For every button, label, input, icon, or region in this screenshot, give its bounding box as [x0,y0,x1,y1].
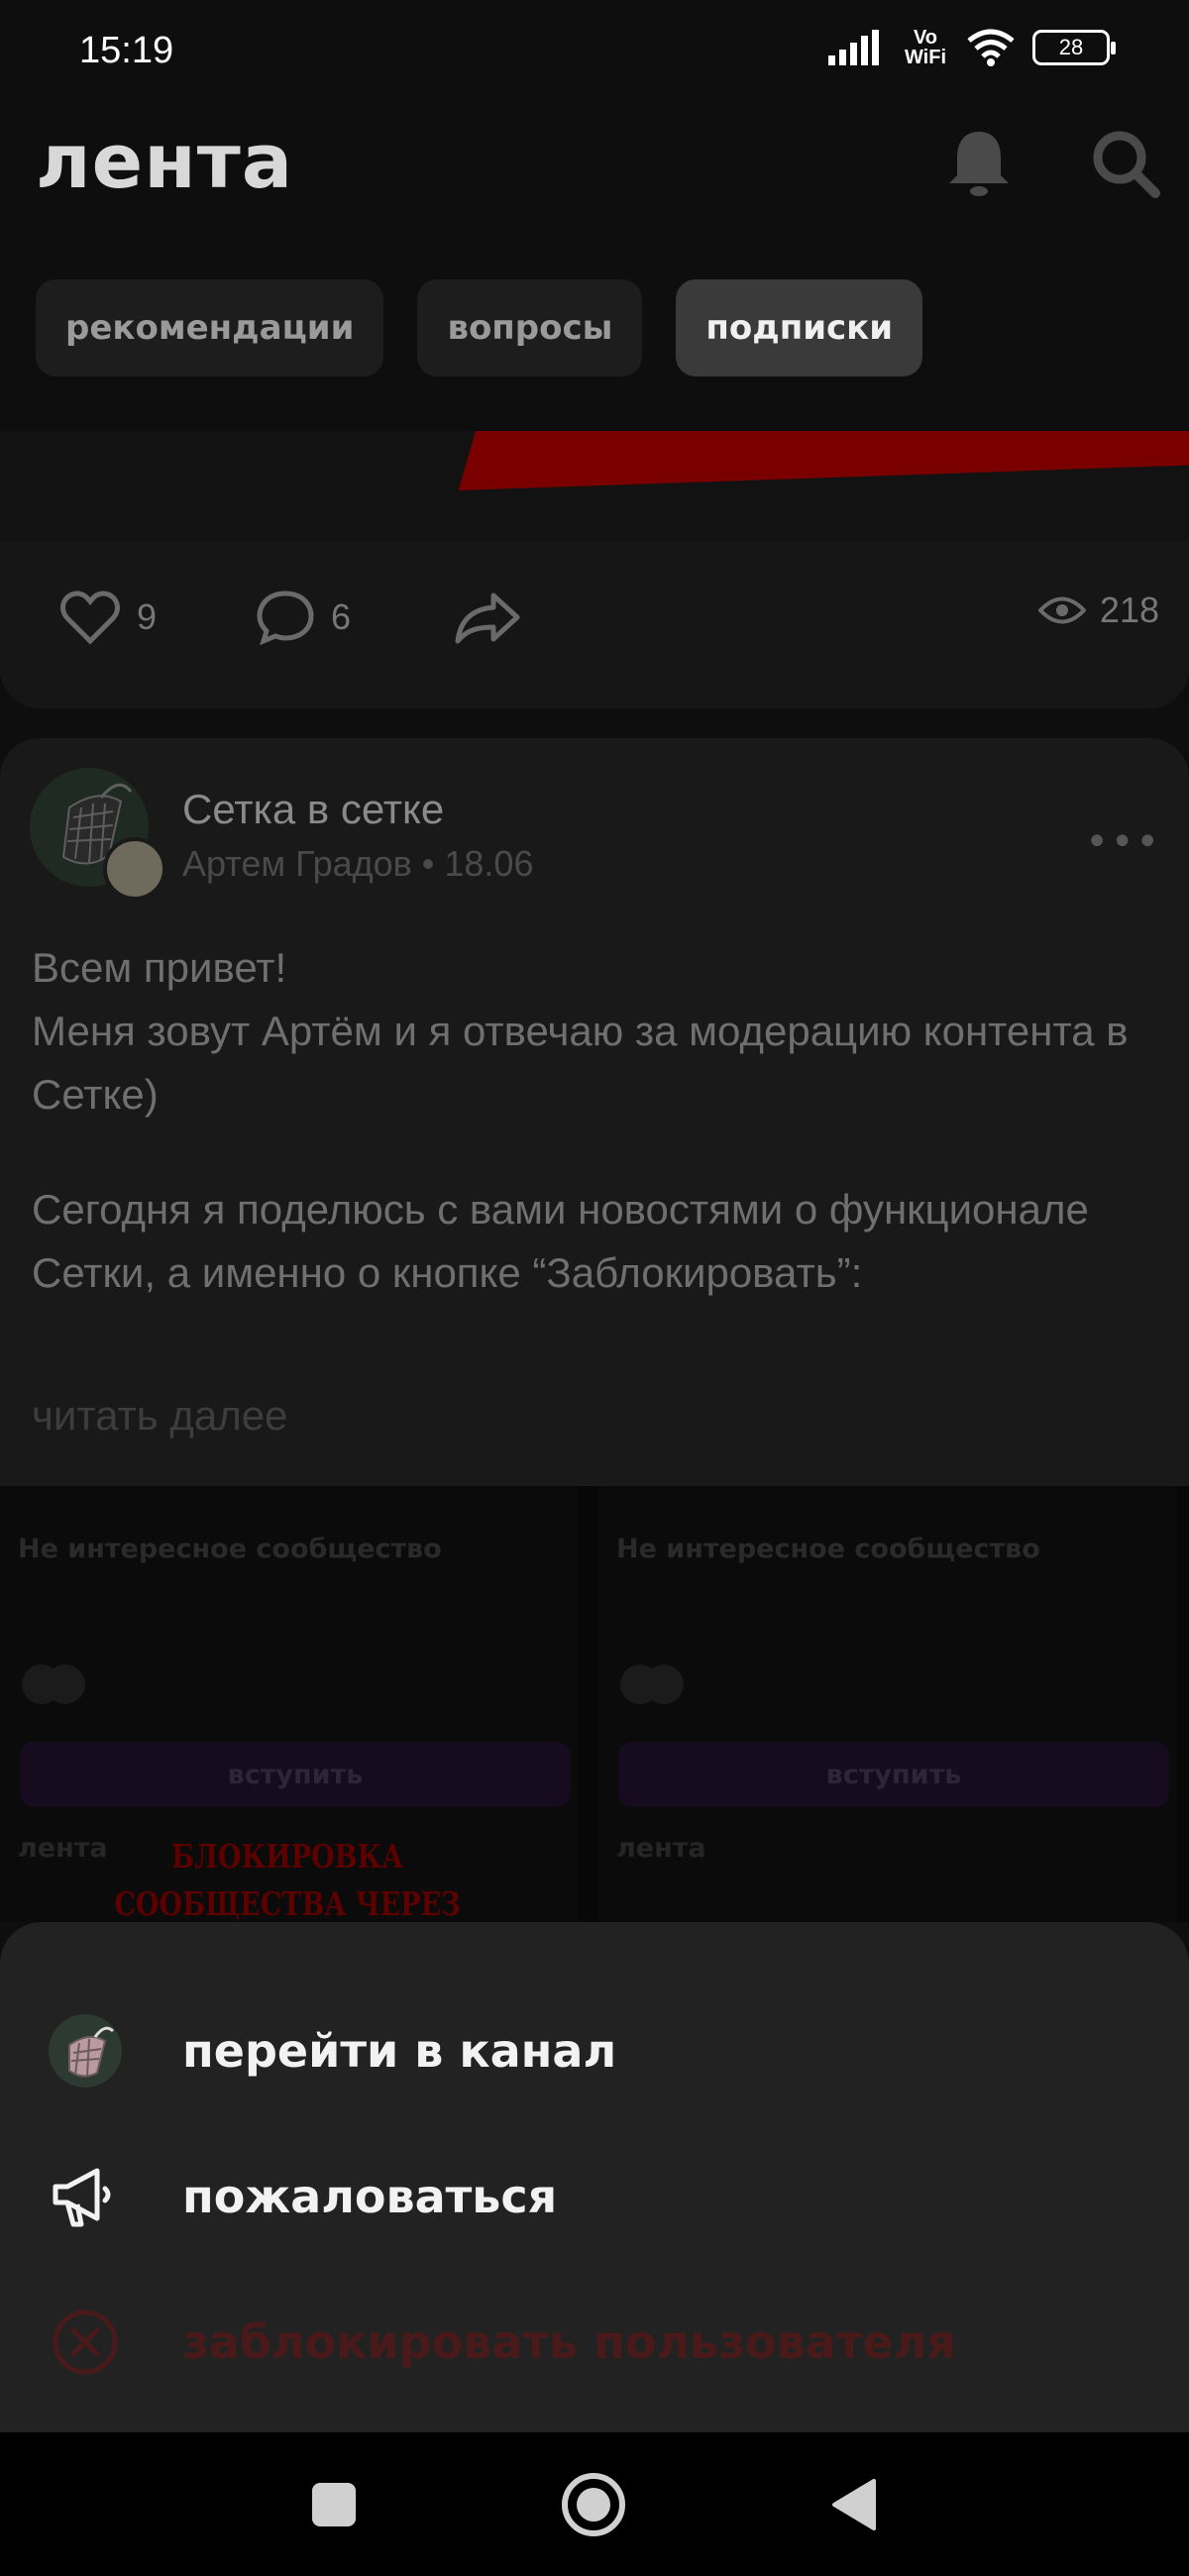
signal-icon [828,30,879,65]
bell-icon[interactable] [939,124,1019,203]
vowifi-indicator: Vo WiFi [904,27,947,68]
sheet-item-report[interactable]: пожаловаться [0,2127,1189,2266]
preview-card-title: Не интересное сообщество [616,1534,1040,1564]
recents-square-icon[interactable] [299,2470,369,2539]
post-card: Сетка в сетке Артем Градов • 18.06 ••• В… [0,738,1189,1486]
home-circle-icon[interactable] [559,2470,628,2539]
eye-icon [1037,596,1086,624]
share-arrow-icon [455,592,520,644]
sheet-item-label: перейти в канал [182,2024,617,2078]
previous-post: 9 6 218 [0,431,1189,708]
back-triangle-icon[interactable] [818,2470,888,2539]
views-count: 218 [1099,590,1159,630]
channel-avatar-icon [48,2013,123,2089]
preview-card-title: Не интересное сообщество [18,1534,442,1564]
page-title: лента [36,117,294,205]
system-navigation-bar [0,2432,1189,2576]
views-counter: 218 [1037,590,1159,631]
channel-name[interactable]: Сетка в сетке [182,786,444,833]
search-icon[interactable] [1086,124,1165,203]
more-options-icon[interactable]: ••• [1085,819,1161,865]
tab-subscriptions[interactable]: подписки [676,279,923,376]
wifi-icon [967,29,1015,66]
preview-card: Не интересное сообщество вступить лента [598,1486,1177,1922]
app-screen: 15:19 Vo WiFi 28 лента рекомендации вопр… [0,0,1189,2576]
preview-feed-label: лента [616,1833,706,1864]
preview-join-button: вступить [20,1742,571,1807]
preview-feed-label: лента [18,1833,108,1864]
comment-count: 6 [331,596,352,637]
like-count: 9 [137,596,158,637]
sheet-item-label: пожаловаться [182,2170,558,2223]
post-paragraph: Всем привет! Меня зовут Артём и я отвеча… [32,944,1129,1118]
sheet-item-label: заблокировать пользователя [182,2315,956,2369]
status-bar: 15:19 Vo WiFi 28 [0,0,1189,109]
battery-indicator: 28 [1032,30,1116,65]
feed-tabs: рекомендации вопросы подписки [36,279,923,376]
author-date: Артем Градов • 18.06 [182,843,534,884]
heart-icon [60,590,120,645]
bottom-sheet: перейти в канал пожаловаться заблокирова… [0,1922,1189,2432]
preview-avatars [22,1664,85,1704]
read-more-link[interactable]: читать далее [32,1392,287,1440]
post-image [0,431,1189,542]
image-red-streak [458,431,1189,490]
megaphone-icon [48,2159,123,2234]
author-avatar[interactable] [103,837,166,901]
comment-button[interactable]: 6 [256,590,351,645]
preview-join-button: вступить [618,1742,1169,1807]
share-button[interactable] [454,590,521,645]
tab-recommendations[interactable]: рекомендации [36,279,384,376]
post-text: Всем привет! Меня зовут Артём и я отвеча… [32,936,1161,1356]
status-time: 15:19 [79,30,174,71]
like-button[interactable]: 9 [59,590,157,645]
comment-icon [257,590,314,645]
tab-questions[interactable]: вопросы [417,279,643,376]
post-actions: 9 6 218 [0,590,1189,698]
block-icon [48,2305,123,2380]
status-icons: Vo WiFi 28 [828,27,1116,68]
sheet-item-go-to-channel[interactable]: перейти в канал [0,1982,1189,2120]
sheet-item-block-user[interactable]: заблокировать пользователя [0,2273,1189,2412]
post-paragraph: Сегодня я поделюсь с вами новостями о фу… [32,1186,1089,1296]
preview-avatars [620,1664,684,1704]
